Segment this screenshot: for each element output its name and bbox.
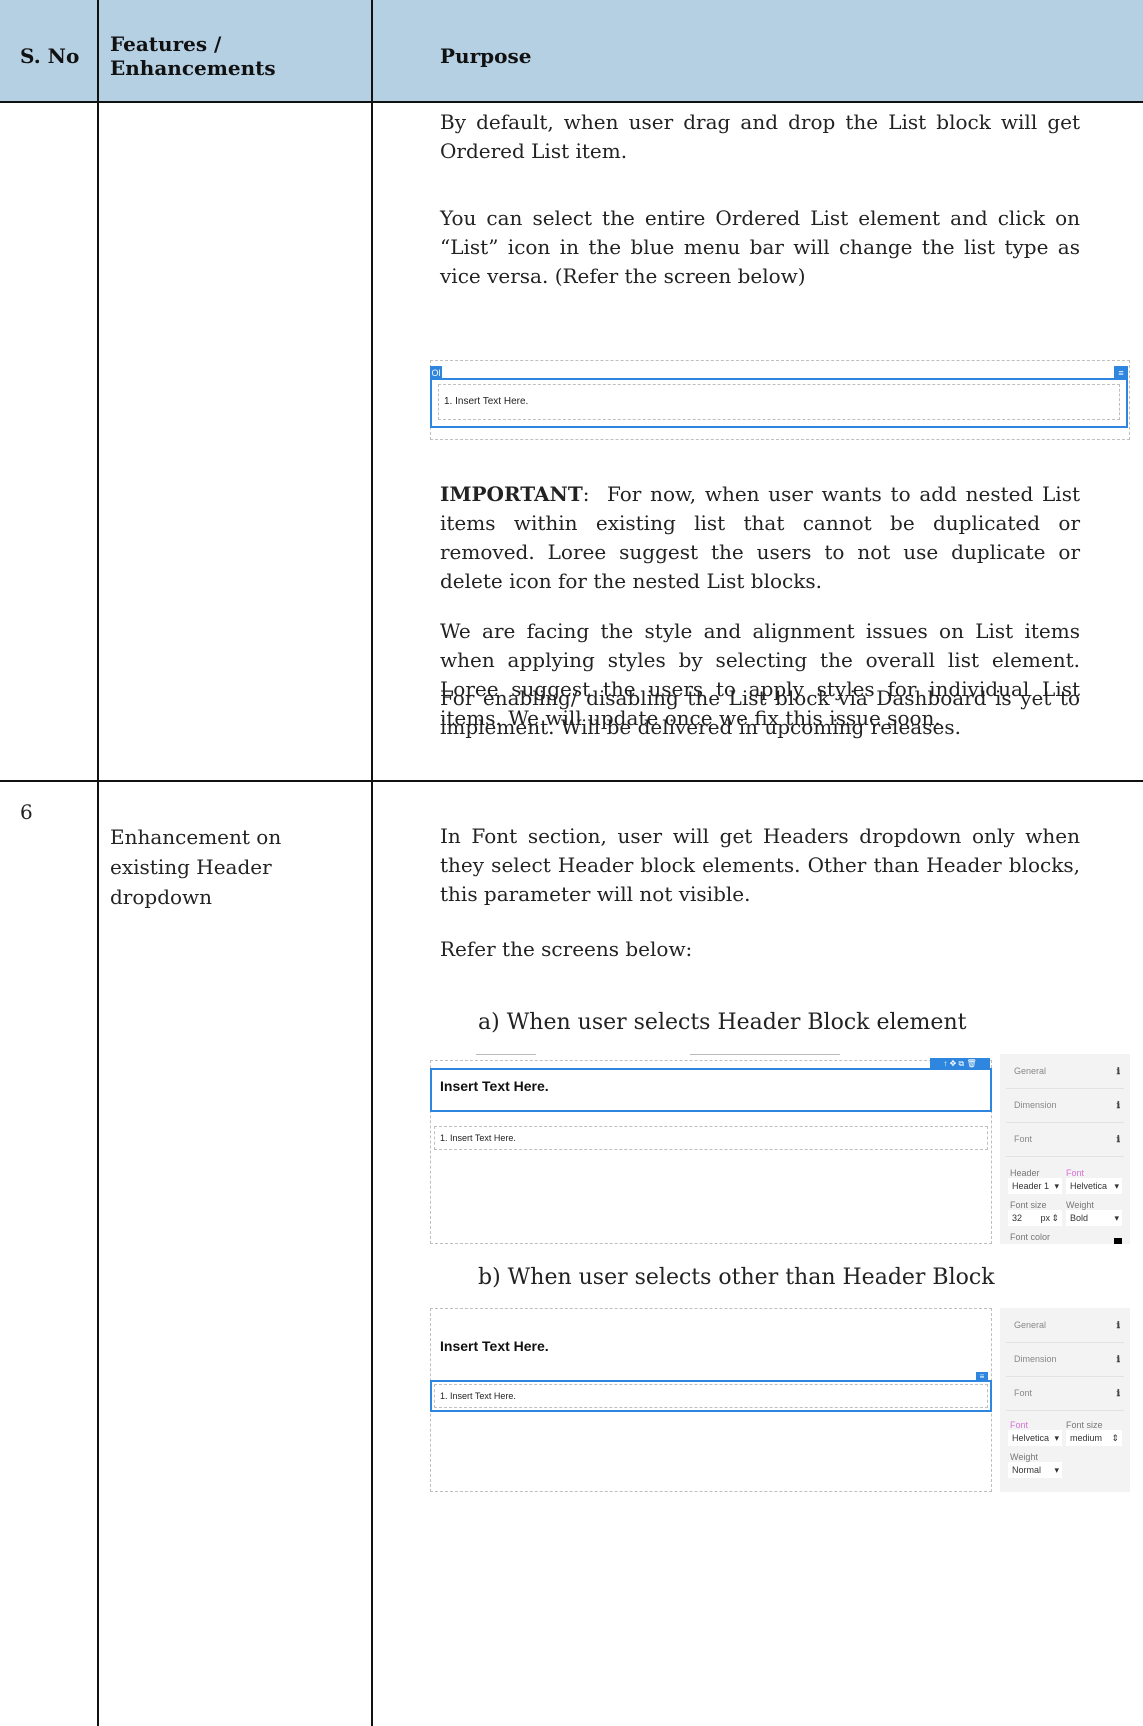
list-para-5: For enabling/ disabling the List block v… [440,686,1080,739]
grid-line [97,0,99,1726]
size-unit: px [1040,1213,1050,1223]
weight-field-label: Weight [1010,1452,1038,1462]
row6-feature: Enhancement on existing Header dropdown [110,825,282,909]
font-select[interactable]: Helvetica ▾ [1008,1430,1062,1446]
header-text: Insert Text Here. [440,1338,549,1354]
header-select-value: Header 1 [1012,1181,1050,1191]
info-icon: ℹ [1116,1388,1120,1398]
list-para-important: IMPORTANT: For now, when user wants to a… [440,482,1081,593]
panel-dimension[interactable]: Dimension ℹ [1006,1088,1124,1123]
stepper-icon: ⇕ [1111,1433,1119,1443]
row6-item-b: b) When user selects other than Header B… [478,1265,995,1290]
panel-font[interactable]: Font ℹ [1006,1122,1124,1157]
info-icon: ℹ [1116,1134,1120,1144]
size-select[interactable]: medium ⇕ [1066,1430,1122,1446]
list-item-text: 1. Insert Text Here. [444,396,529,407]
row6-sno: 6 [20,800,33,824]
info-icon: ℹ [1116,1066,1120,1076]
features-table: S. No Features / Enhancements Purpose By… [0,0,1143,1726]
panel-font[interactable]: Font ℹ [1006,1376,1124,1411]
panel-general[interactable]: General ℹ [1006,1308,1124,1343]
row6-item-a: a) When user selects Header Block elemen… [478,1010,967,1035]
size-field-label: Font size [1066,1420,1103,1430]
info-icon: ℹ [1116,1354,1120,1364]
list-item-outline [434,1126,988,1150]
grid-line [371,0,373,1726]
dimension-label: Dimension [1014,1100,1057,1110]
size-select-value: medium [1070,1433,1103,1443]
screenshot-other-selected: Insert Text Here. ≡ 1. Insert Text Here.… [430,1308,1130,1492]
font-field-label: Font [1010,1420,1029,1430]
list-item-text: 1. Insert Text Here. [440,1133,516,1143]
list-item-outline [438,384,1120,420]
header-select[interactable]: Header 1 ▾ [1008,1178,1062,1194]
weight-select-value: Normal [1012,1465,1042,1475]
dimension-label: Dimension [1014,1354,1057,1364]
panel-general[interactable]: General ℹ [1006,1054,1124,1089]
screenshot-ordered-list: Ol ≡ 1. Insert Text Here. [430,360,1130,440]
header-text: Insert Text Here. [440,1078,549,1094]
font-select-value: Helvetica [1070,1181,1108,1191]
size-input[interactable]: 32 px ⇕ [1008,1210,1062,1226]
grid-line [0,101,1143,103]
general-label: General [1014,1066,1047,1076]
info-icon: ℹ [1116,1100,1120,1110]
panel-dimension[interactable]: Dimension ℹ [1006,1342,1124,1377]
chevron-down-icon: ▾ [1114,1213,1119,1223]
settings-panel: General ℹ Dimension ℹ Font ℹ Header Font He… [1000,1054,1130,1244]
chevron-down-icon: ▾ [1054,1181,1059,1191]
grid-line [0,780,1143,782]
size-field-label: Font size [1010,1200,1047,1210]
header-purpose: Purpose [440,44,532,68]
chevron-down-icon: ▾ [1054,1433,1059,1443]
font-field-label: Font [1066,1168,1085,1178]
info-icon: ℹ [1116,1320,1120,1330]
font-select[interactable]: Helvetica ▾ [1066,1178,1122,1194]
stepper-icon: ⇕ [1051,1213,1059,1223]
weight-field-label: Weight [1066,1200,1094,1210]
list-para-1: By default, when user drag and drop the … [440,110,1080,163]
list-item-outline [434,1384,988,1408]
screenshot-header-selected: ↑ ✥ ⧉ 🗑 Insert Text Here. 1. Insert Text… [430,1054,1130,1244]
chevron-down-icon: ▾ [1054,1465,1059,1475]
settings-panel: General ℹ Dimension ℹ Font ℹ Font Font size… [1000,1308,1130,1492]
color-swatch[interactable] [1114,1238,1122,1244]
size-value: 32 [1012,1213,1023,1223]
font-label: Font [1014,1388,1033,1398]
row6-para-1: In Font section, user will get Headers d… [440,824,1080,906]
font-select-value: Helvetica [1012,1433,1050,1443]
chevron-down-icon: ▾ [1114,1181,1119,1191]
weight-select-value: Bold [1070,1213,1089,1223]
font-label: Font [1014,1134,1033,1144]
header-sno: S. No [20,44,80,68]
weight-select[interactable]: Normal ▾ [1008,1462,1062,1478]
list-item-text: 1. Insert Text Here. [440,1391,516,1401]
general-label: General [1014,1320,1047,1330]
row6-para-2: Refer the screens below: [440,937,693,961]
color-field-label: Font color [1010,1232,1051,1242]
list-para-2: You can select the entire Ordered List e… [440,206,1080,288]
header-field-label: Header [1010,1168,1040,1178]
weight-select[interactable]: Bold ▾ [1066,1210,1122,1226]
important-label: IMPORTANT [440,482,583,506]
header-features: Features / Enhancements [110,32,276,80]
